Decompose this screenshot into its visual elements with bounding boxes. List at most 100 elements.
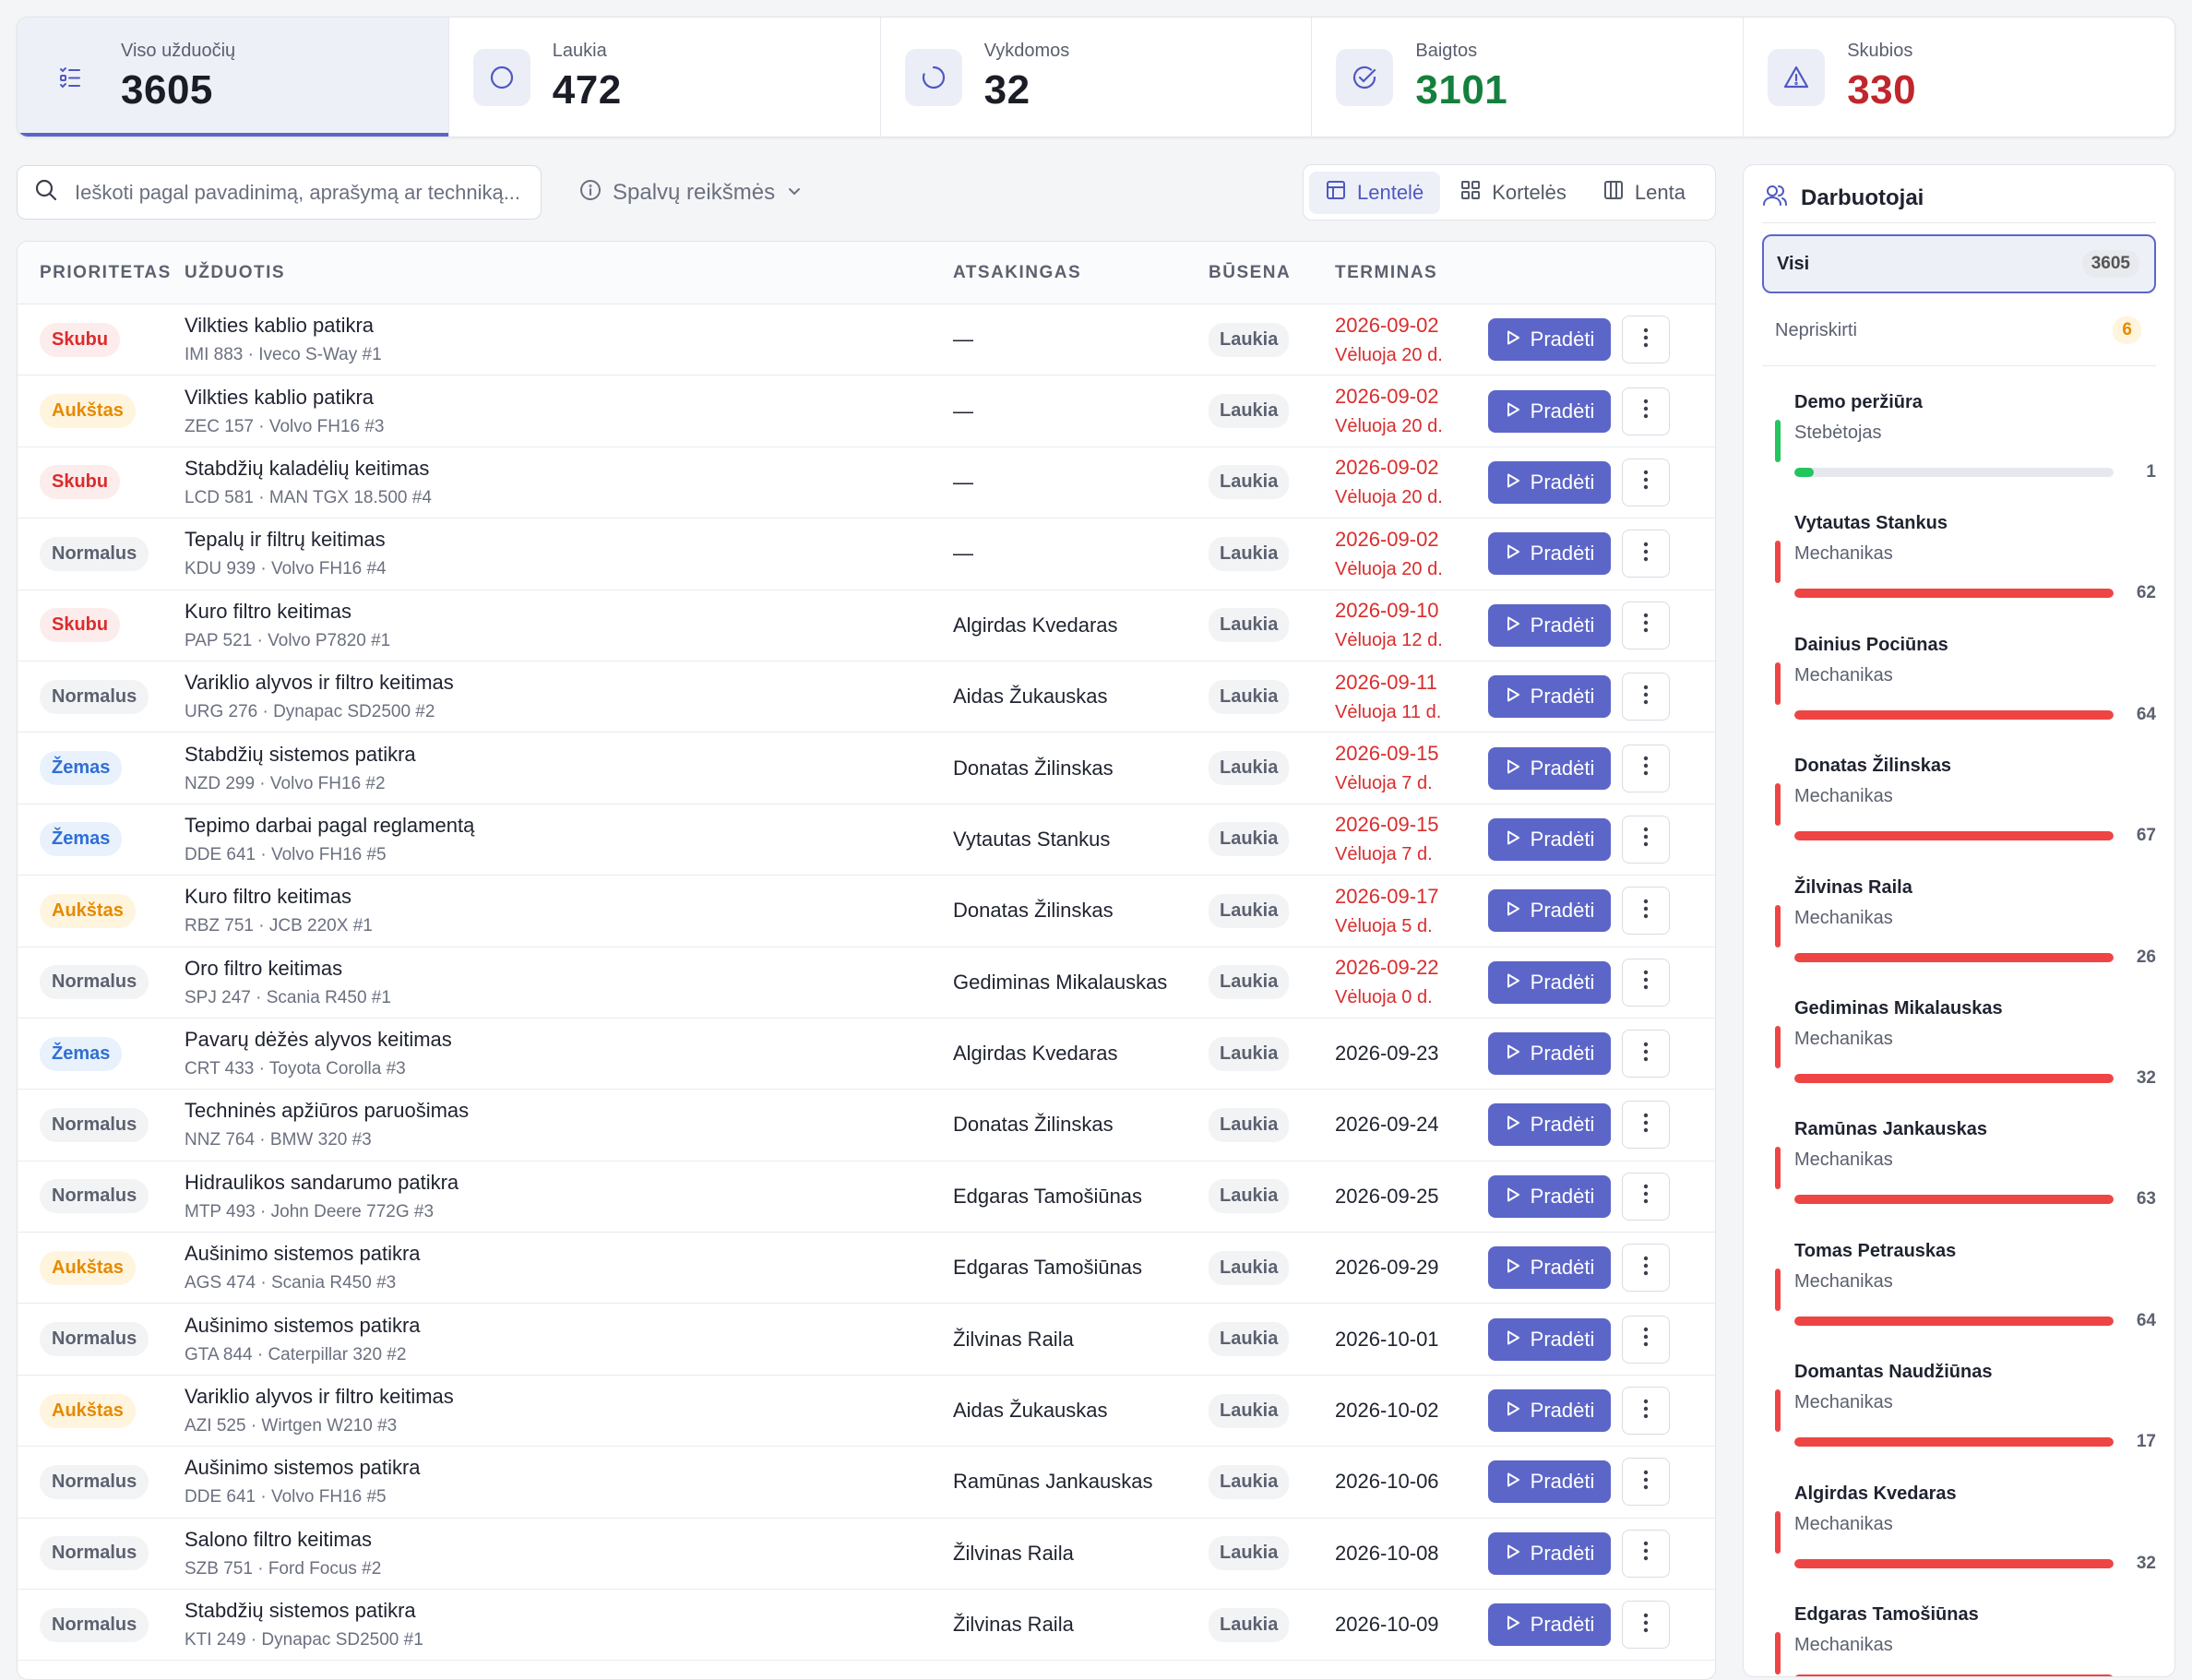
table-row[interactable]: Normalus Aušinimo sistemos patikra DDE 641…: [18, 1447, 1715, 1519]
start-button[interactable]: Pradėti: [1488, 960, 1611, 1004]
task-cell[interactable]: Stabdžių kaladėlių keitimas LCD 581 · MAN…: [185, 457, 953, 508]
more-options-button[interactable]: [1622, 387, 1670, 435]
start-button[interactable]: Pradėti: [1488, 1603, 1611, 1647]
stat-total[interactable]: Viso užduočių 3605: [18, 18, 449, 137]
table-row[interactable]: Normalus Salono filtro keitimas SZB 751 · …: [18, 1519, 1715, 1591]
table-row[interactable]: Normalus Variklio alyvos ir filtro keitim…: [18, 661, 1715, 733]
search-box[interactable]: [17, 165, 542, 220]
header-task[interactable]: UŽDUOTIS: [185, 263, 953, 283]
task-cell[interactable]: Vilkties kablio patikra ZEC 157 · Volvo F…: [185, 386, 953, 437]
task-cell[interactable]: Tepimo darbai pagal reglamentą DDE 641 · …: [185, 814, 953, 865]
header-due[interactable]: TERMINAS: [1335, 263, 1488, 283]
start-button[interactable]: Pradėti: [1488, 389, 1611, 433]
task-cell[interactable]: Aušinimo sistemos patikra DDE 641 · Volvo…: [185, 1456, 953, 1507]
task-cell[interactable]: Techninės apžiūros paruošimas NNZ 764 · B…: [185, 1099, 953, 1150]
start-button[interactable]: Pradėti: [1488, 1317, 1611, 1361]
start-button[interactable]: Pradėti: [1488, 1460, 1611, 1504]
employee-item[interactable]: Žilvinas Raila Mechanikas 26: [1744, 852, 2174, 972]
table-row[interactable]: Žemas Stabdžių sistemos patikra NZD 299 · …: [18, 733, 1715, 804]
employee-item[interactable]: Demo peržiūra Stebėtojas 1: [1744, 366, 2174, 487]
employee-item[interactable]: Algirdas Kvedaras Mechanikas 32: [1744, 1458, 2174, 1579]
task-cell[interactable]: Pavarų dėžės alyvos keitimas CRT 433 · To…: [185, 1028, 953, 1079]
table-row[interactable]: Skubu Vilkties kablio patikra IMI 883 · Iv…: [18, 304, 1715, 376]
more-options-button[interactable]: [1622, 815, 1670, 864]
table-row[interactable]: Žemas Tepimo darbai pagal reglamentą DDE 6…: [18, 804, 1715, 876]
task-cell[interactable]: Stabdžių sistemos patikra KTI 249 · Dynap…: [185, 1599, 953, 1650]
employee-item[interactable]: Donatas Žilinskas Mechanikas 67: [1744, 730, 2174, 851]
employee-item[interactable]: Domantas Naudžiūnas Mechanikas 17: [1744, 1336, 2174, 1457]
more-options-button[interactable]: [1622, 744, 1670, 792]
more-options-button[interactable]: [1622, 316, 1670, 364]
start-button[interactable]: Pradėti: [1488, 1032, 1611, 1076]
task-cell[interactable]: Kuro filtro keitimas RBZ 751 · JCB 220X #…: [185, 885, 953, 936]
view-cards-button[interactable]: Kortelės: [1444, 172, 1583, 214]
start-button[interactable]: Pradėti: [1488, 817, 1611, 861]
start-button[interactable]: Pradėti: [1488, 603, 1611, 647]
header-priority[interactable]: PRIORITETAS: [18, 263, 185, 283]
start-button[interactable]: Pradėti: [1488, 889, 1611, 933]
start-button[interactable]: Pradėti: [1488, 532, 1611, 576]
table-row[interactable]: Normalus Oro filtro keitimas SPJ 247 · Sca…: [18, 947, 1715, 1019]
stat-done[interactable]: Baigtos 3101: [1312, 18, 1745, 137]
start-button[interactable]: Pradėti: [1488, 1389, 1611, 1433]
task-cell[interactable]: Oro filtro keitimas SPJ 247 · Scania R450…: [185, 957, 953, 1008]
table-row[interactable]: Normalus Techninės apžiūros paruošimas NNZ…: [18, 1090, 1715, 1162]
view-board-button[interactable]: Lenta: [1587, 172, 1702, 214]
task-cell[interactable]: Vilkties kablio patikra IMI 883 · Iveco S…: [185, 314, 953, 365]
table-row[interactable]: Skubu Stabdžių kaladėlių keitimas LCD 581 …: [18, 447, 1715, 519]
more-options-button[interactable]: [1622, 1244, 1670, 1293]
more-options-button[interactable]: [1622, 458, 1670, 506]
more-options-button[interactable]: [1622, 1172, 1670, 1221]
start-button[interactable]: Pradėti: [1488, 675, 1611, 719]
start-button[interactable]: Pradėti: [1488, 1174, 1611, 1218]
task-cell[interactable]: Stabdžių sistemos patikra NZD 299 · Volvo…: [185, 743, 953, 794]
start-button[interactable]: Pradėti: [1488, 460, 1611, 504]
start-button[interactable]: Pradėti: [1488, 1246, 1611, 1290]
employee-item[interactable]: Gediminas Mikalauskas Mechanikas 32: [1744, 972, 2174, 1093]
task-cell[interactable]: Salono filtro keitimas SZB 751 · Ford Foc…: [185, 1528, 953, 1579]
stat-in-progress[interactable]: Vykdomos 32: [881, 18, 1313, 137]
start-button[interactable]: Pradėti: [1488, 1531, 1611, 1575]
start-button[interactable]: Pradėti: [1488, 318, 1611, 362]
start-button[interactable]: Pradėti: [1488, 1103, 1611, 1147]
more-options-button[interactable]: [1622, 530, 1670, 578]
view-table-button[interactable]: Lentelė: [1309, 171, 1441, 214]
task-cell[interactable]: Kuro filtro keitimas PAP 521 · Volvo P782…: [185, 600, 953, 651]
table-row[interactable]: Skubu Kuro filtro keitimas PAP 521 · Volvo…: [18, 590, 1715, 661]
employee-item[interactable]: Vytautas Stankus Mechanikas 62: [1744, 487, 2174, 608]
table-row[interactable]: Žemas Pavarų dėžės alyvos keitimas CRT 433…: [18, 1019, 1715, 1090]
more-options-button[interactable]: [1622, 1315, 1670, 1364]
table-row[interactable]: Aukštas Kuro filtro keitimas RBZ 751 · JCB…: [18, 876, 1715, 947]
more-options-button[interactable]: [1622, 601, 1670, 649]
more-options-button[interactable]: [1622, 958, 1670, 1007]
more-options-button[interactable]: [1622, 1030, 1670, 1078]
more-options-button[interactable]: [1622, 1458, 1670, 1507]
task-cell[interactable]: Aušinimo sistemos patikra GTA 844 · Cater…: [185, 1314, 953, 1365]
table-row[interactable]: Normalus Aušinimo sistemos patikra GTA 844…: [18, 1304, 1715, 1376]
employee-item[interactable]: Tomas Petrauskas Mechanikas 64: [1744, 1215, 2174, 1336]
employee-item[interactable]: Edgaras Tamošiūnas Mechanikas: [1744, 1579, 2174, 1676]
task-cell[interactable]: Aušinimo sistemos patikra AGS 474 · Scani…: [185, 1242, 953, 1293]
task-cell[interactable]: Tepalų ir filtrų keitimas KDU 939 · Volvo…: [185, 528, 953, 579]
employee-item[interactable]: Ramūnas Jankauskas Mechanikas 63: [1744, 1093, 2174, 1214]
task-cell[interactable]: Variklio alyvos ir filtro keitimas URG 27…: [185, 671, 953, 722]
more-options-button[interactable]: [1622, 1387, 1670, 1436]
table-row[interactable]: Aukštas Vilkties kablio patikra ZEC 157 · …: [18, 375, 1715, 447]
table-row[interactable]: Normalus Hidraulikos sandarumo patikra MTP…: [18, 1162, 1715, 1233]
more-options-button[interactable]: [1622, 1101, 1670, 1150]
search-input[interactable]: [75, 180, 536, 205]
stat-urgent[interactable]: Skubios 330: [1744, 18, 2174, 137]
filter-unassigned[interactable]: Nepriskirti 6: [1762, 301, 2156, 360]
employee-item[interactable]: Dainius Pociūnas Mechanikas 64: [1744, 609, 2174, 730]
table-row[interactable]: Aukštas Variklio alyvos ir filtro keitima…: [18, 1376, 1715, 1448]
task-cell[interactable]: Variklio alyvos ir filtro keitimas AZI 52…: [185, 1385, 953, 1436]
color-legend-button[interactable]: Spalvų reikšmės: [579, 175, 803, 210]
filter-all[interactable]: Visi 3605: [1762, 234, 2156, 293]
stat-waiting[interactable]: Laukia 472: [449, 18, 881, 137]
task-cell[interactable]: Hidraulikos sandarumo patikra MTP 493 · J…: [185, 1171, 953, 1222]
more-options-button[interactable]: [1622, 1529, 1670, 1578]
table-row[interactable]: Normalus Stabdžių sistemos patikra KTI 249…: [18, 1590, 1715, 1662]
table-row[interactable]: Normalus Tepalų ir filtrų keitimas KDU 939…: [18, 518, 1715, 590]
table-row[interactable]: Aukštas Aušinimo sistemos patikra AGS 474 …: [18, 1233, 1715, 1305]
start-button[interactable]: Pradėti: [1488, 746, 1611, 790]
